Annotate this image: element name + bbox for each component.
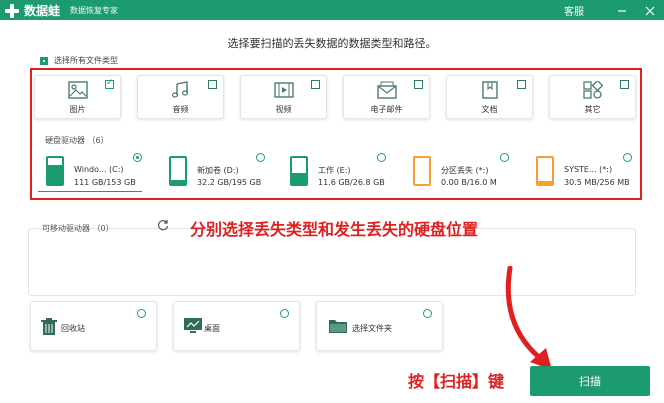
close-icon[interactable]	[642, 4, 658, 18]
removable-drives-label: 可移动驱动器 （0）	[42, 224, 114, 233]
location-label: 选择文件夹	[352, 324, 392, 333]
app-subtitle: 数据恢复专家	[70, 6, 119, 15]
select-all-label: 选择所有文件类型	[54, 56, 118, 65]
brand-name: 数据蛙	[24, 4, 61, 18]
location-card-select-folder[interactable]: 选择文件夹	[316, 301, 443, 351]
annotation-text: 分别选择丢失类型和发生丢失的硬盘位置	[190, 220, 479, 239]
folder-icon	[329, 318, 349, 338]
title-bar: 数据蛙 数据恢复专家 客服	[0, 0, 664, 20]
desktop-icon	[184, 318, 204, 338]
app-logo: 数据蛙 数据恢复专家	[4, 2, 118, 19]
location-radio-select-folder[interactable]	[423, 309, 432, 318]
minimize-icon[interactable]	[614, 4, 630, 18]
location-radio-desktop[interactable]	[280, 309, 289, 318]
cross-logo-icon	[4, 3, 20, 19]
press-scan-instruction: 按【扫描】键	[408, 372, 505, 391]
select-all-check-icon	[40, 56, 48, 65]
trash-icon	[41, 318, 61, 338]
location-radio-recycle-bin[interactable]	[137, 309, 146, 318]
scan-button[interactable]: 扫描	[530, 366, 650, 396]
highlight-box	[30, 68, 642, 200]
location-label: 桌面	[204, 324, 220, 333]
page-heading: 选择要扫描的丢失数据的数据类型和路径。	[227, 37, 437, 50]
location-label: 回收站	[61, 324, 85, 333]
refresh-icon[interactable]	[157, 219, 169, 234]
location-card-desktop[interactable]: 桌面	[173, 301, 300, 351]
customer-service-link[interactable]: 客服	[564, 3, 584, 18]
annotation-arrow-icon	[505, 266, 552, 370]
select-all-checkbox[interactable]: 选择所有文件类型	[40, 55, 118, 66]
location-card-recycle-bin[interactable]: 回收站	[30, 301, 157, 351]
